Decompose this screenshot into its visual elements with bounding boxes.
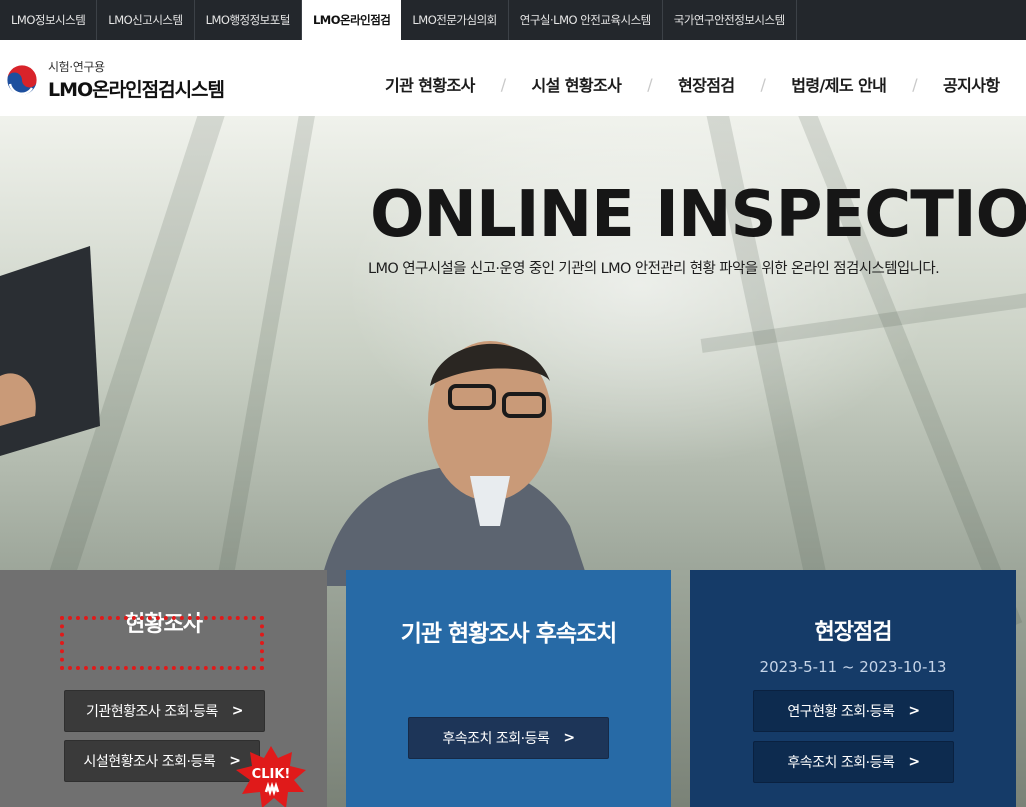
tab-lmo-admin-portal[interactable]: LMO행정정보포털 [195, 0, 302, 40]
hero-person-illustration [320, 341, 590, 586]
button-label: 연구현황 조회·등록 [787, 704, 895, 720]
button-label: 시설현황조사 조회·등록 [83, 754, 216, 770]
facility-survey-button[interactable]: 시설현황조사 조회·등록 > [64, 740, 260, 782]
logo-title: LMO온라인점검시스템 [48, 79, 225, 101]
nav-notices[interactable]: 공지사항 [943, 72, 1000, 96]
institution-survey-button[interactable]: 기관현황조사 조회·등록 > [64, 690, 265, 732]
research-status-button[interactable]: 연구현황 조회·등록 > [753, 690, 954, 732]
hero-banner: ONLINE INSPECTION LMO 연구시설을 신고·운영 중인 기관의… [0, 116, 1026, 807]
hero-subtitle: LMO 연구시설을 신고·운영 중인 기관의 LMO 안전관리 현황 파악을 위… [368, 261, 940, 277]
card-title: 현장점검 [814, 620, 893, 645]
tab-lmo-report[interactable]: LMO신고시스템 [97, 0, 195, 40]
click-callout-badge: CLIK! [236, 746, 306, 807]
nav-separator: / [760, 74, 766, 94]
system-tab-bar: LMO정보시스템 LMO신고시스템 LMO행정정보포털 LMO온라인점검 LMO… [0, 0, 1026, 40]
button-label: 후속조치 조회·등록 [787, 755, 895, 771]
inspection-follow-up-button[interactable]: 후속조치 조회·등록 > [753, 741, 954, 783]
click-callout-text: CLIK! [252, 767, 291, 782]
main-navigation: 기관 현황조사 / 시설 현황조사 / 현장점검 / 법령/제도 안내 / 공지… [385, 72, 1000, 96]
button-label: 기관현황조사 조회·등록 [86, 704, 218, 720]
tab-national-research-safety[interactable]: 국가연구안전정보시스템 [663, 0, 797, 40]
nav-institution-survey[interactable]: 기관 현황조사 [385, 72, 475, 96]
card-title: 기관 현황조사 후속조치 [400, 621, 618, 647]
chevron-right-icon: > [908, 703, 920, 719]
chevron-right-icon: > [908, 754, 920, 770]
follow-up-card: 기관 현황조사 후속조치 후속조치 조회·등록 > [346, 570, 671, 807]
chevron-right-icon: > [563, 730, 575, 746]
nav-separator: / [647, 74, 652, 94]
nav-separator: / [912, 74, 918, 94]
nav-onsite-inspection[interactable]: 현장점검 [678, 72, 735, 96]
onsite-inspection-card: 현장점검 2023-5-11 ~ 2023-10-13 연구현황 조회·등록 >… [690, 570, 1016, 807]
button-label: 후속조치 조회·등록 [442, 731, 550, 747]
chevron-right-icon: > [231, 703, 244, 719]
tab-safety-education[interactable]: 연구실·LMO 안전교육시스템 [509, 0, 663, 40]
logo-subtitle: 시험·연구용 [48, 60, 105, 74]
hero-title: ONLINE INSPECTION [370, 178, 1026, 252]
tab-lmo-expert-committee[interactable]: LMO전문가심의회 [401, 0, 509, 40]
follow-up-button[interactable]: 후속조치 조회·등록 > [408, 717, 609, 759]
inspection-period: 2023-5-11 ~ 2023-10-13 [759, 658, 947, 676]
nav-separator: / [500, 74, 506, 94]
hero-tablet-illustration [0, 246, 100, 456]
nav-law-guide[interactable]: 법령/제도 안내 [791, 72, 887, 96]
site-header: 시험·연구용 LMO온라인점검시스템 기관 현황조사 / 시설 현황조사 / 현… [0, 40, 1026, 116]
highlight-box [60, 616, 264, 670]
tab-lmo-info[interactable]: LMO정보시스템 [0, 0, 98, 40]
tab-lmo-online-inspection[interactable]: LMO온라인점검 [301, 0, 402, 40]
nav-facility-survey[interactable]: 시설 현황조사 [532, 72, 622, 96]
taegeuk-emblem-icon [6, 64, 38, 96]
site-logo[interactable]: 시험·연구용 LMO온라인점검시스템 [6, 58, 225, 102]
